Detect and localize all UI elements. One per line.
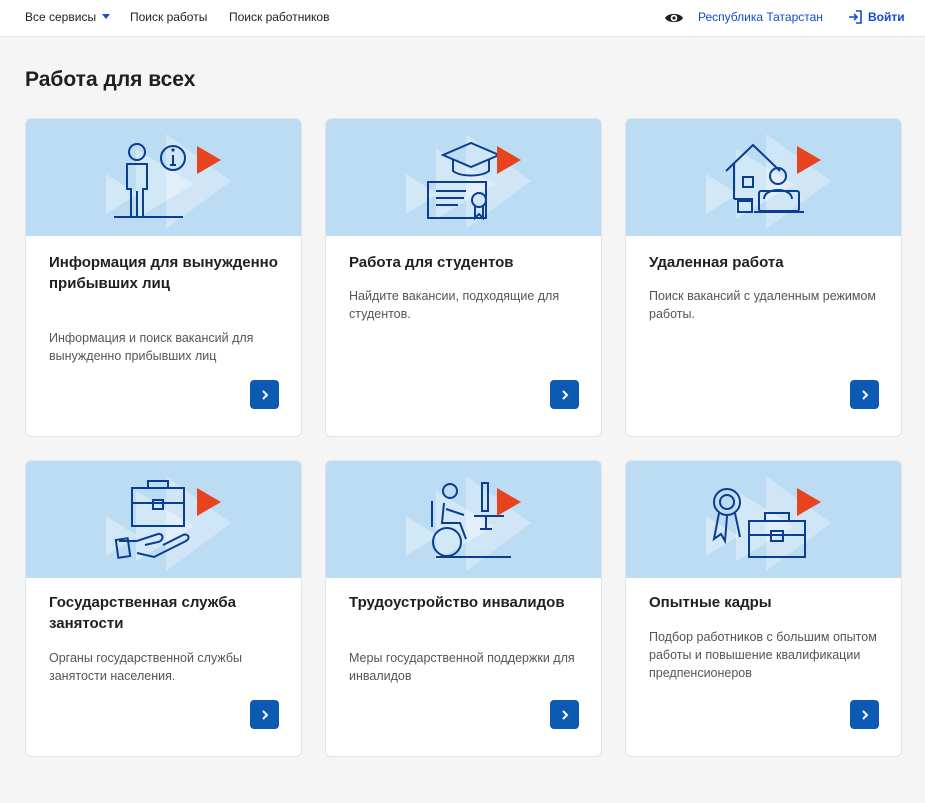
login-label: Войти — [868, 10, 905, 24]
card-title: Трудоустройство инвалидов — [349, 594, 565, 611]
card-title: Работа для студентов — [349, 254, 514, 271]
briefcase-hand-illustration — [106, 476, 231, 571]
card-illustration — [326, 461, 601, 578]
chevron-right-icon — [261, 389, 268, 400]
chevron-right-icon — [861, 709, 868, 720]
region-selector[interactable]: Республика Татарстан — [698, 10, 823, 24]
card-experienced-staff[interactable]: Опытные кадры Подбор работников с больши… — [625, 460, 902, 757]
all-services-label: Все сервисы — [25, 10, 97, 24]
medal-briefcase-illustration — [706, 476, 831, 571]
card-open-button[interactable] — [850, 700, 879, 729]
chevron-right-icon — [261, 709, 268, 720]
job-search-link[interactable]: Поиск работы — [130, 10, 207, 24]
card-description: Меры государственной поддержки для инвал… — [349, 651, 575, 683]
card-illustration — [626, 461, 901, 578]
card-open-button[interactable] — [550, 700, 579, 729]
card-open-button[interactable] — [550, 380, 579, 409]
card-employment-service[interactable]: Государственная служба занятости Органы … — [25, 460, 302, 757]
chevron-right-icon — [561, 389, 568, 400]
card-title: Удаленная работа — [649, 254, 784, 271]
card-description: Органы государственной службы занятости … — [49, 651, 243, 683]
card-illustration — [26, 461, 301, 578]
card-title: Опытные кадры — [649, 594, 772, 611]
wheelchair-desk-illustration — [406, 476, 531, 571]
card-description: Поиск вакансий с удаленным режимом работ… — [649, 289, 877, 321]
card-forced-migrants[interactable]: Информация для вынужденно прибывших лиц … — [25, 118, 302, 437]
card-open-button[interactable] — [850, 380, 879, 409]
all-services-menu[interactable]: Все сервисы — [25, 10, 111, 24]
chevron-right-icon — [861, 389, 868, 400]
chevron-right-icon — [561, 709, 568, 720]
card-illustration — [626, 119, 901, 236]
card-title: Информация для вынужденно прибывших лиц — [49, 254, 278, 292]
graduation-diploma-illustration — [406, 134, 531, 229]
card-open-button[interactable] — [250, 380, 279, 409]
eye-icon[interactable] — [664, 11, 684, 25]
home-laptop-illustration — [706, 134, 831, 229]
card-open-button[interactable] — [250, 700, 279, 729]
card-students[interactable]: Работа для студентов Найдите вакансии, п… — [325, 118, 602, 437]
person-info-illustration — [106, 134, 231, 229]
caret-down-icon — [102, 14, 111, 19]
worker-search-link[interactable]: Поиск работников — [229, 10, 329, 24]
top-navigation-bar: Все сервисы Поиск работы Поиск работнико… — [0, 0, 925, 37]
card-disabled-employment[interactable]: Трудоустройство инвалидов Меры государст… — [325, 460, 602, 757]
card-description: Найдите вакансии, подходящие для студент… — [349, 289, 560, 321]
card-illustration — [326, 119, 601, 236]
card-description: Информация и поиск вакансий для вынужден… — [49, 331, 254, 363]
card-description: Подбор работников с большим опытом работ… — [649, 630, 877, 680]
login-icon — [849, 10, 862, 24]
card-remote-work[interactable]: Удаленная работа Поиск вакансий с удален… — [625, 118, 902, 437]
login-button[interactable]: Войти — [847, 9, 905, 25]
card-title: Государственная служба занятости — [49, 594, 236, 632]
card-illustration — [26, 119, 301, 236]
page-title: Работа для всех — [25, 68, 196, 91]
